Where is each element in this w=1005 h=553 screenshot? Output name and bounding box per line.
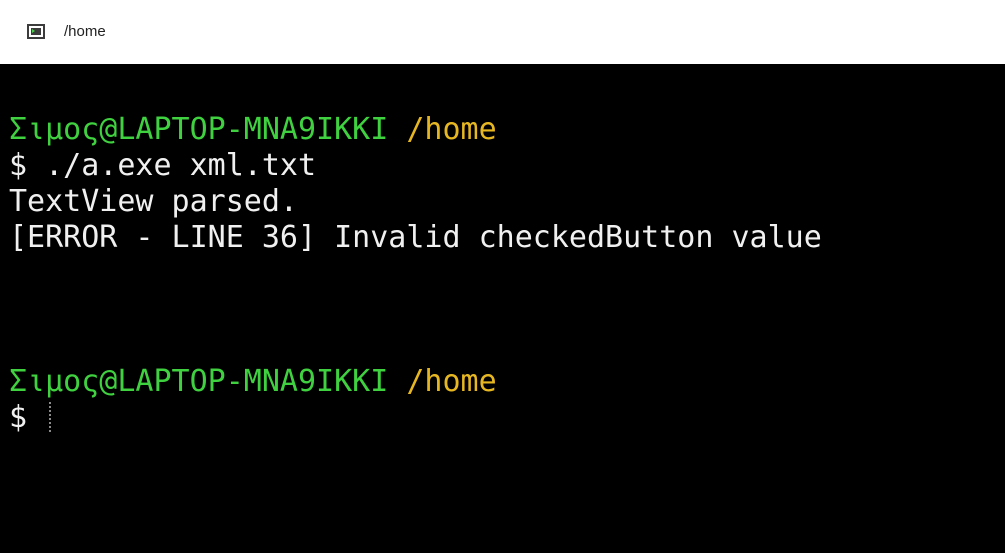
text-cursor xyxy=(49,402,52,432)
prompt-symbol: $ xyxy=(9,400,28,435)
command-line: $ ./a.exe xml.txt xyxy=(9,148,316,184)
terminal-area[interactable]: Σιμος@LAPTOP-MNA9IKKI /home $ ./a.exe xm… xyxy=(0,64,1005,553)
prompt-symbol: $ xyxy=(9,148,28,183)
terminal-window: /home Σιμος@LAPTOP-MNA9IKKI /home $ ./a.… xyxy=(0,0,1005,553)
prompt-path: /home xyxy=(406,112,497,147)
prompt-path: /home xyxy=(406,364,497,399)
output-line: TextView parsed. xyxy=(9,184,298,219)
command-text: ./a.exe xml.txt xyxy=(45,148,317,183)
prompt-user-host: Σιμος@LAPTOP-MNA9IKKI xyxy=(9,112,389,147)
prompt-user-host: Σιμος@LAPTOP-MNA9IKKI xyxy=(9,364,389,399)
window-title: /home xyxy=(64,23,106,40)
error-output-line: [ERROR - LINE 36] Invalid checkedButton … xyxy=(9,220,822,255)
input-line[interactable]: $ xyxy=(9,400,52,436)
prompt-line: Σιμος@LAPTOP-MNA9IKKI /home xyxy=(9,364,497,400)
title-bar[interactable]: /home xyxy=(0,0,1005,64)
terminal-icon xyxy=(27,24,45,39)
prompt-line: Σιμος@LAPTOP-MNA9IKKI /home xyxy=(9,112,497,148)
